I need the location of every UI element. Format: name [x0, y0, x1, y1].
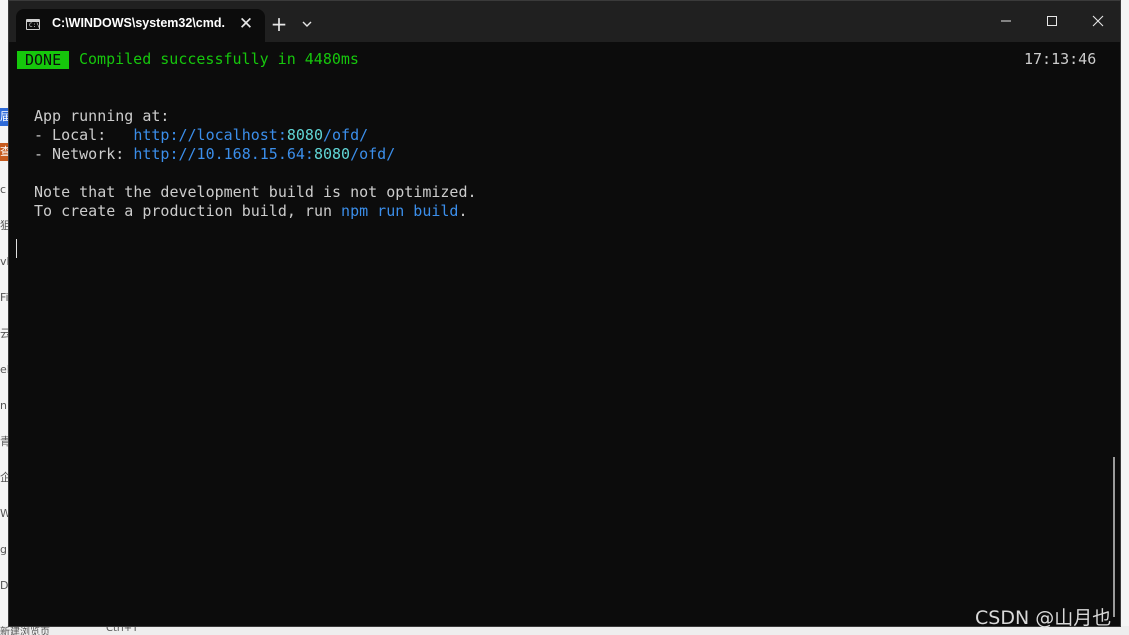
background-bottom-shortcut: Ctrl+T: [106, 626, 139, 634]
maximize-icon: [1047, 16, 1057, 26]
background-app-bottom: 新建浏览页 Ctrl+T: [0, 626, 1129, 635]
network-port[interactable]: 8080: [314, 145, 350, 163]
compile-status: Compiled successfully in 4480ms: [79, 50, 359, 68]
tab-cmd[interactable]: C:\ C:\WINDOWS\system32\cmd. ✕: [16, 9, 265, 42]
watermark: CSDN @山月也: [975, 607, 1112, 629]
new-tab-button[interactable]: +: [267, 13, 291, 37]
dev-build-note: Note that the development build is not o…: [34, 183, 477, 201]
done-badge: DONE: [17, 51, 70, 69]
npm-run-build-command: npm run build: [341, 202, 459, 220]
app-running-line: App running at:: [34, 107, 170, 125]
timestamp: 17:13:46: [1024, 50, 1097, 68]
local-url-line: - Local: http://localhost:8080/ofd/: [34, 126, 368, 145]
local-label: - Local:: [34, 126, 134, 144]
network-url[interactable]: http://10.168.15.64:: [133, 145, 314, 163]
network-url-line: - Network: http://10.168.15.64:8080/ofd/: [34, 145, 395, 164]
local-url[interactable]: http://localhost:: [133, 126, 287, 144]
cmd-icon: C:\: [26, 19, 40, 30]
minimize-button[interactable]: [983, 1, 1029, 41]
prod-prefix: To create a production build, run: [34, 202, 342, 220]
scrollbar[interactable]: [1113, 457, 1115, 617]
local-port[interactable]: 8080: [287, 126, 323, 144]
close-tab-icon[interactable]: ✕: [235, 13, 257, 35]
network-label: - Network:: [34, 145, 134, 163]
tab-title: C:\WINDOWS\system32\cmd.: [52, 16, 225, 30]
tab-dropdown-button[interactable]: [297, 13, 317, 37]
production-build-hint: To create a production build, run npm ru…: [34, 202, 467, 221]
prod-suffix: .: [458, 202, 468, 220]
chevron-down-icon: [302, 21, 312, 27]
terminal-output[interactable]: DONE Compiled successfully in 4480ms 17:…: [9, 42, 1120, 626]
background-bottom-left-text: 新建浏览页: [0, 627, 50, 635]
text-cursor: [16, 239, 17, 258]
terminal-window[interactable]: C:\ C:\WINDOWS\system32\cmd. ✕ + DONE Co…: [8, 0, 1121, 627]
minimize-icon: [1001, 20, 1011, 22]
close-icon: [1092, 15, 1104, 27]
local-path[interactable]: /ofd/: [323, 126, 368, 144]
network-path[interactable]: /ofd/: [350, 145, 395, 163]
maximize-button[interactable]: [1029, 1, 1075, 41]
title-bar[interactable]: C:\ C:\WINDOWS\system32\cmd. ✕ +: [9, 1, 1120, 42]
close-window-button[interactable]: [1075, 1, 1120, 41]
